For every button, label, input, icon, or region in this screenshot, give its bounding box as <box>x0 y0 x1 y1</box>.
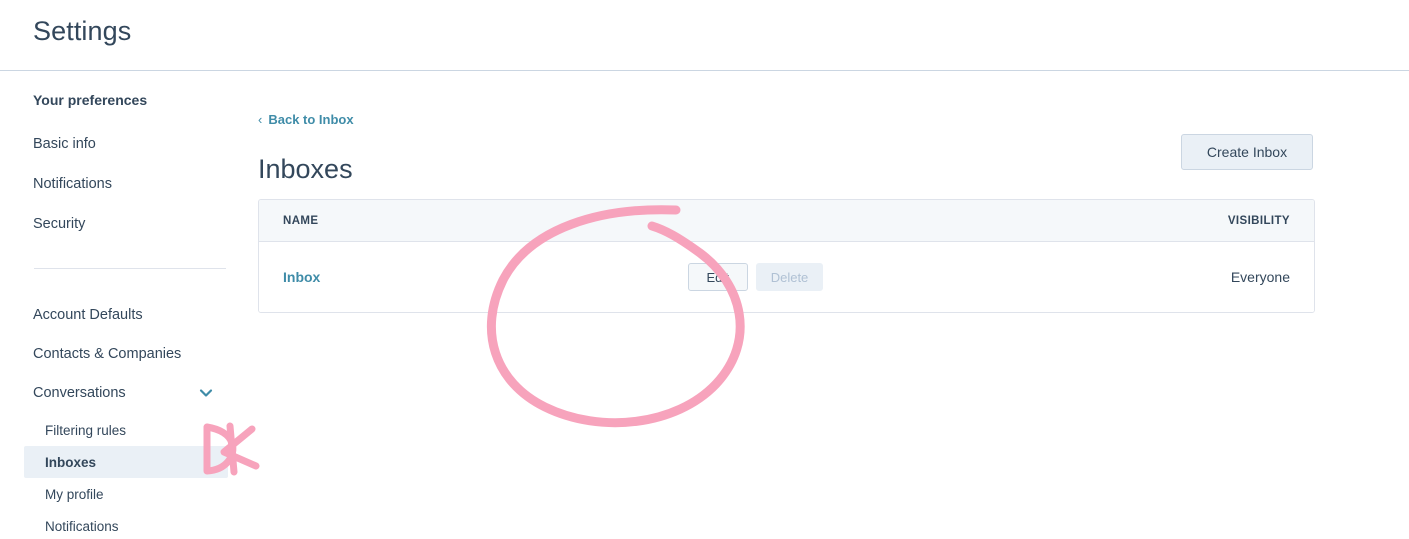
sidebar-section-your-preferences: Your preferences <box>33 92 148 108</box>
row-actions: Edit Delete <box>547 263 1084 291</box>
table-row: Inbox Edit Delete Everyone <box>259 242 1314 312</box>
sidebar-item-conversations-notifications[interactable]: Notifications <box>45 519 119 534</box>
table-header-row: NAME VISIBILITY <box>259 200 1314 242</box>
page-title: Inboxes <box>258 154 353 185</box>
inboxes-table: NAME VISIBILITY Inbox Edit Delete Everyo… <box>258 199 1315 313</box>
settings-sidebar: Your preferences Basic info Notification… <box>0 71 258 539</box>
sidebar-item-my-profile[interactable]: My profile <box>45 487 104 502</box>
delete-button: Delete <box>755 263 824 291</box>
chevron-down-icon[interactable] <box>197 384 215 402</box>
inbox-visibility-value: Everyone <box>1230 269 1290 285</box>
chevron-left-icon: ‹ <box>258 112 263 127</box>
sidebar-item-basic-info[interactable]: Basic info <box>33 136 96 152</box>
table-column-header-visibility: VISIBILITY <box>1227 214 1290 227</box>
sidebar-item-security[interactable]: Security <box>33 216 85 232</box>
back-to-inbox-label: Back to Inbox <box>268 112 354 127</box>
sidebar-item-conversations[interactable]: Conversations <box>33 385 126 401</box>
inbox-name-link[interactable]: Inbox <box>259 269 547 285</box>
table-column-header-name: NAME <box>283 214 319 227</box>
app-header: Settings <box>0 0 1409 71</box>
main-content: ‹ Back to Inbox Inboxes Create Inbox NAM… <box>258 71 1409 539</box>
sidebar-item-notifications[interactable]: Notifications <box>33 176 112 192</box>
back-to-inbox-link[interactable]: ‹ Back to Inbox <box>258 112 354 127</box>
sidebar-item-filtering-rules[interactable]: Filtering rules <box>45 423 126 438</box>
edit-button[interactable]: Edit <box>687 263 748 291</box>
settings-page: Settings Your preferences Basic info Not… <box>0 0 1409 539</box>
page-header-title: Settings <box>33 16 132 46</box>
create-inbox-button[interactable]: Create Inbox <box>1181 134 1313 170</box>
sidebar-item-inboxes[interactable]: Inboxes <box>45 455 96 470</box>
sidebar-item-contacts-and-companies[interactable]: Contacts & Companies <box>33 346 181 362</box>
sidebar-divider <box>34 268 226 269</box>
sidebar-item-account-defaults[interactable]: Account Defaults <box>33 307 143 323</box>
